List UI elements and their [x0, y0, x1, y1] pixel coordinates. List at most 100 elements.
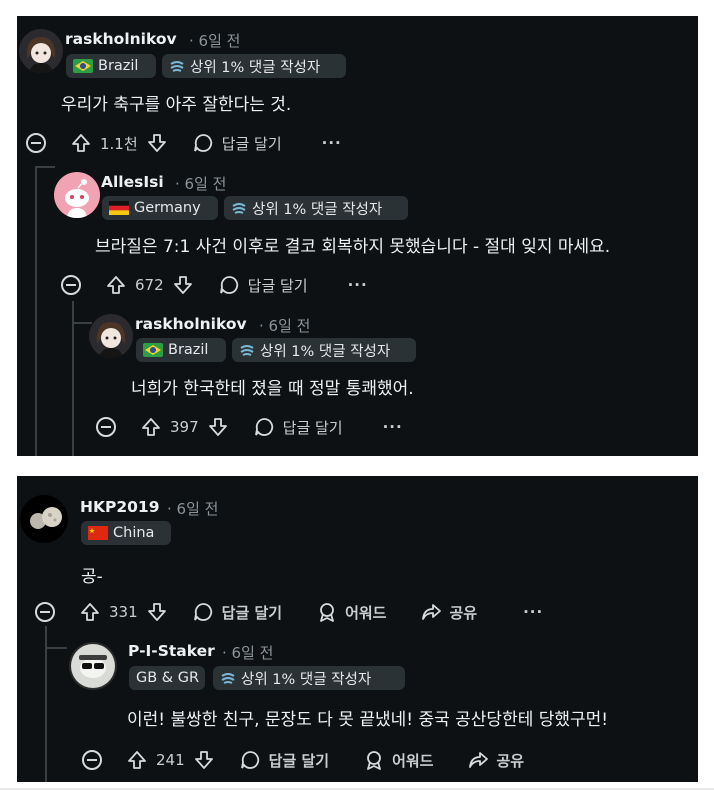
reply-bubble-icon	[240, 751, 259, 769]
vote-count: 241	[156, 751, 185, 769]
downvote-icon	[208, 418, 227, 436]
top-commenter-icon	[169, 60, 185, 72]
avatar[interactable]	[20, 495, 68, 543]
brazil-flag-icon	[143, 343, 163, 357]
flair-label: GB & GR	[136, 670, 200, 686]
username[interactable]: HKP2019	[80, 498, 159, 516]
badge-label: 상위 1% 댓글 작성자	[260, 343, 391, 360]
upvote-icon	[107, 276, 125, 294]
reply-bubble-icon	[193, 603, 212, 621]
reply-bubble-icon	[254, 418, 273, 436]
badge-label: 상위 1% 댓글 작성자	[252, 201, 383, 218]
collapse-button[interactable]	[80, 748, 104, 772]
upvote-button[interactable]	[126, 749, 148, 771]
avatar-image	[26, 37, 56, 73]
username[interactable]: raskholnikov	[135, 315, 247, 333]
comment-body: 너희가 한국한테 졌을 때 정말 통쾌했어.	[131, 379, 414, 399]
more-options-button[interactable]: ···	[383, 418, 403, 436]
country-flair: Brazil	[136, 338, 226, 362]
timestamp[interactable]: · 6일 전	[222, 642, 273, 663]
upvote-button[interactable]	[70, 132, 92, 154]
comment-body: 우리가 축구를 아주 잘한다는 것.	[61, 95, 292, 115]
avatar[interactable]	[69, 642, 117, 690]
top-commenter-badge: 상위 1% 댓글 작성자	[232, 338, 416, 362]
reply-button[interactable]: 답글 달기	[218, 274, 308, 296]
avatar[interactable]	[19, 29, 63, 73]
share-icon	[422, 604, 442, 620]
country-flair: Brazil	[66, 54, 156, 78]
avatar[interactable]	[54, 172, 100, 218]
collapse-icon	[96, 417, 116, 437]
reply-button[interactable]: 답글 달기	[192, 132, 282, 154]
flair-label: Germany	[134, 200, 201, 216]
downvote-button[interactable]	[146, 601, 168, 623]
reply-bubble-icon	[193, 134, 212, 152]
collapse-button[interactable]	[94, 415, 118, 439]
avatar-image	[96, 322, 126, 358]
snoo-avatar-image	[65, 179, 89, 218]
thread-line[interactable]	[72, 301, 74, 456]
comment-body: 이런! 불쌍한 친구, 문장도 다 못 끝냈네! 중국 공산당한테 당했구먼!	[127, 710, 609, 730]
upvote-icon	[81, 603, 99, 621]
more-options-button[interactable]: ···	[348, 276, 368, 294]
china-flag-icon	[88, 526, 108, 540]
thread-branch	[45, 647, 67, 649]
more-options-button[interactable]: ···	[523, 603, 543, 621]
vote-count: 331	[109, 603, 138, 621]
timestamp[interactable]: · 6일 전	[259, 315, 310, 336]
top-commenter-icon	[220, 672, 236, 684]
thread-line[interactable]	[35, 166, 37, 456]
vote-count: 672	[135, 276, 164, 294]
downvote-button[interactable]	[172, 274, 194, 296]
top-commenter-icon	[231, 202, 247, 214]
upvote-icon	[72, 134, 90, 152]
upvote-button[interactable]	[79, 601, 101, 623]
share-icon	[469, 752, 489, 768]
downvote-button[interactable]	[193, 749, 215, 771]
avatar[interactable]	[89, 314, 133, 358]
country-flair: GB & GR	[129, 666, 205, 690]
upvote-button[interactable]	[105, 274, 127, 296]
share-button[interactable]: 공유	[420, 601, 477, 623]
downvote-button[interactable]	[207, 416, 229, 438]
timestamp[interactable]: · 6일 전	[167, 498, 218, 519]
upvote-icon	[128, 751, 146, 769]
reply-label: 답글 달기	[221, 134, 282, 153]
award-label: 어워드	[345, 603, 387, 622]
collapse-icon	[82, 750, 102, 770]
top-commenter-icon	[239, 344, 255, 356]
badge-label: 상위 1% 댓글 작성자	[190, 59, 321, 76]
reply-button[interactable]: 답글 달기	[239, 749, 329, 771]
collapse-button[interactable]	[24, 131, 48, 155]
username[interactable]: P-I-Staker	[128, 642, 215, 660]
timestamp[interactable]: · 6일 전	[175, 173, 226, 194]
downvote-icon	[173, 276, 192, 294]
thread-branch	[35, 166, 55, 168]
reply-label: 답글 달기	[282, 418, 343, 437]
top-commenter-badge: 상위 1% 댓글 작성자	[162, 54, 346, 78]
award-button[interactable]: 어워드	[363, 749, 433, 771]
reply-label: 답글 달기	[221, 603, 283, 622]
comment-body: 공-	[81, 567, 103, 587]
comment-actions: 331 답글 달기 어워드 공유 ···	[33, 599, 543, 625]
share-label: 공유	[449, 603, 478, 622]
badge-label: 상위 1% 댓글 작성자	[241, 671, 372, 688]
collapse-icon	[26, 133, 46, 153]
collapse-button[interactable]	[33, 600, 57, 624]
collapse-button[interactable]	[59, 273, 83, 297]
timestamp[interactable]: · 6일 전	[189, 30, 240, 51]
bottom-divider	[0, 788, 714, 790]
award-button[interactable]: 어워드	[316, 601, 386, 623]
reply-button[interactable]: 답글 달기	[253, 416, 343, 438]
upvote-button[interactable]	[140, 416, 162, 438]
downvote-icon	[147, 603, 166, 621]
thread-line[interactable]	[45, 626, 47, 782]
username[interactable]: AllesIsi	[101, 173, 164, 191]
username[interactable]: raskholnikov	[65, 30, 177, 48]
more-options-button[interactable]: ···	[322, 134, 342, 152]
share-button[interactable]: 공유	[467, 749, 524, 771]
comment-actions: 397 답글 달기 ···	[94, 414, 403, 440]
downvote-button[interactable]	[146, 132, 168, 154]
reply-button[interactable]: 답글 달기	[192, 601, 282, 623]
share-label: 공유	[496, 751, 525, 770]
